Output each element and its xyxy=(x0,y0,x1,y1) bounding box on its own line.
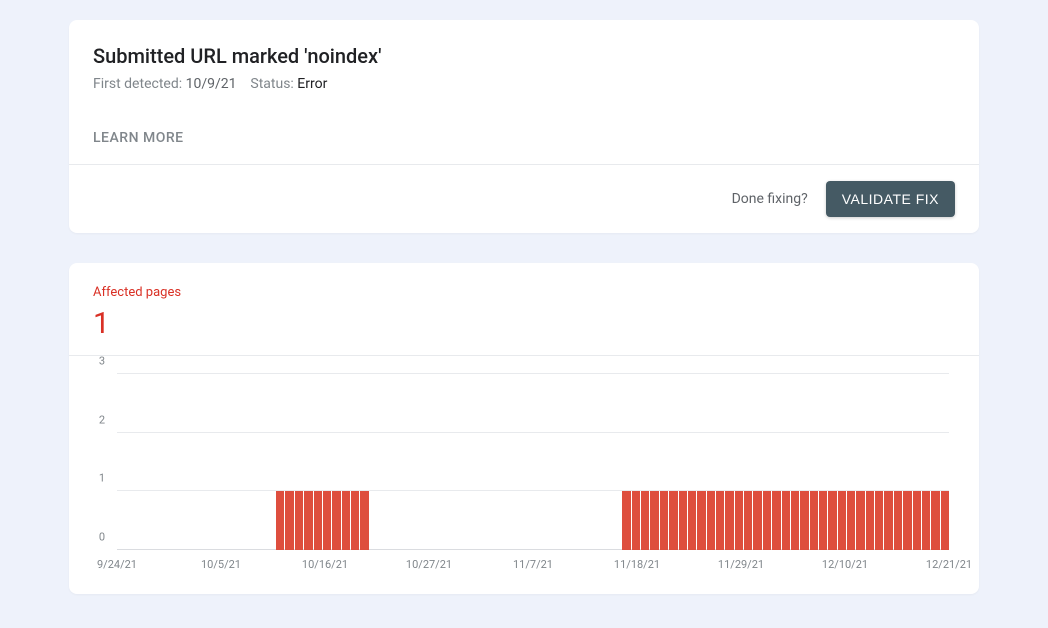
affected-pages-chart: 0123 9/24/2110/5/2110/16/2110/27/2111/7/… xyxy=(91,374,957,574)
chart-bar xyxy=(314,491,322,550)
action-row: Done fixing? VALIDATE FIX xyxy=(69,165,979,233)
chart-bar xyxy=(847,491,855,550)
chart-bar xyxy=(351,491,359,550)
chart-bar xyxy=(819,491,827,550)
chart-bar xyxy=(669,491,677,550)
x-tick: 11/29/21 xyxy=(718,558,764,571)
issue-meta: First detected: 10/9/21 Status: Error xyxy=(93,76,955,92)
affected-pages-count: 1 xyxy=(93,306,955,341)
learn-more-link[interactable]: LEARN MORE xyxy=(93,130,184,146)
chart-bar xyxy=(903,491,911,550)
chart-bar xyxy=(744,491,752,550)
x-tick: 12/10/21 xyxy=(822,558,868,571)
chart-bar xyxy=(679,491,687,550)
chart-bar xyxy=(866,491,874,550)
affected-pages-label: Affected pages xyxy=(93,285,955,300)
x-tick: 10/5/21 xyxy=(201,558,241,571)
x-tick: 11/18/21 xyxy=(614,558,660,571)
chart-bar xyxy=(791,491,799,550)
validate-fix-button[interactable]: VALIDATE FIX xyxy=(826,181,955,217)
chart-bar xyxy=(875,491,883,550)
chart-bar xyxy=(941,491,949,550)
chart-bar xyxy=(342,491,350,550)
status-label: Status: xyxy=(250,76,293,92)
y-tick: 1 xyxy=(99,472,105,485)
chart-bar xyxy=(688,491,696,550)
status-value: Error xyxy=(297,76,327,92)
chart-bar xyxy=(856,491,864,550)
first-detected-label: First detected: xyxy=(93,76,182,92)
y-tick: 3 xyxy=(99,355,105,368)
x-tick: 10/27/21 xyxy=(406,558,452,571)
chart-bar xyxy=(782,491,790,550)
chart-bar xyxy=(922,491,930,550)
chart-bar xyxy=(295,491,303,550)
chart-bar xyxy=(800,491,808,550)
chart-bar xyxy=(913,491,921,550)
chart-bar xyxy=(697,491,705,550)
x-tick: 10/16/21 xyxy=(302,558,348,571)
chart-bar xyxy=(360,491,368,550)
chart-bar xyxy=(276,491,284,550)
chart-bar xyxy=(763,491,771,550)
y-tick: 2 xyxy=(99,413,105,426)
first-detected-value: 10/9/21 xyxy=(186,76,237,92)
chart-bar xyxy=(622,491,630,550)
affected-pages-card: Affected pages 1 0 1 2 3 9/24/21 10/5/21 10/1… xyxy=(69,263,979,594)
issue-card: Submitted URL marked 'noindex' First det… xyxy=(69,20,979,233)
x-tick: 9/24/21 xyxy=(97,558,137,571)
chart-bar xyxy=(753,491,761,550)
chart-bar xyxy=(707,491,715,550)
chart-bar xyxy=(660,491,668,550)
chart-bar xyxy=(810,491,818,550)
chart-bar xyxy=(735,491,743,550)
chart-bar xyxy=(632,491,640,550)
issue-title: Submitted URL marked 'noindex' xyxy=(93,44,955,68)
chart-bar xyxy=(725,491,733,550)
done-fixing-label: Done fixing? xyxy=(732,191,808,207)
chart-bar xyxy=(641,491,649,550)
chart-bar xyxy=(894,491,902,550)
chart-bar xyxy=(332,491,340,550)
chart-bar xyxy=(838,491,846,550)
chart-bar xyxy=(285,491,293,550)
y-tick: 0 xyxy=(99,531,105,544)
x-tick: 11/7/21 xyxy=(513,558,553,571)
chart-bar xyxy=(772,491,780,550)
chart-bar xyxy=(650,491,658,550)
x-tick: 12/21/21 xyxy=(926,558,972,571)
chart-bar xyxy=(931,491,939,550)
chart-bar xyxy=(828,491,836,550)
chart-bar xyxy=(304,491,312,550)
chart-bar xyxy=(884,491,892,550)
chart-bar xyxy=(323,491,331,550)
chart-bar xyxy=(716,491,724,550)
